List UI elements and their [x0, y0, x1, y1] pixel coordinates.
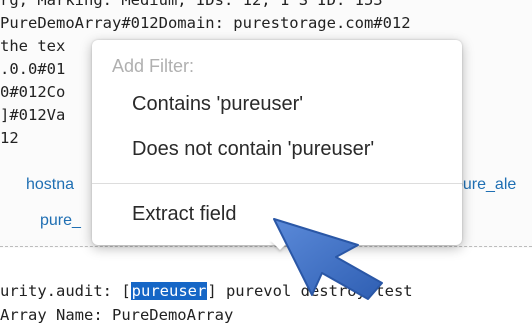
- field-hostname[interactable]: hostna: [26, 176, 74, 194]
- log-viewer: rg; Marking: Medium; IDs: 12, 1 S ID: 15…: [0, 0, 532, 331]
- log-line: PureDemoArray#012Domain: purestorage.com…: [0, 14, 411, 32]
- selected-text-pureuser[interactable]: pureuser: [130, 282, 208, 300]
- field-pure[interactable]: pure_: [40, 212, 81, 230]
- log-text: urity.audit: [: [0, 282, 131, 300]
- field-pure-alert[interactable]: pure_ale: [454, 176, 516, 194]
- pointer-arrow-icon: [273, 218, 383, 300]
- log-line: 12: [0, 129, 19, 147]
- add-filter-header: Add Filter:: [112, 56, 195, 76]
- menu-item-extract-field[interactable]: Extract field: [132, 203, 236, 226]
- log-line: rg; Marking: Medium; IDs: 12, 1 S ID: 15…: [0, 0, 383, 9]
- menu-item-contains[interactable]: Contains 'pureuser': [132, 93, 303, 116]
- log-line: Array Name: PureDemoArray: [0, 306, 234, 324]
- menu-item-does-not-contain[interactable]: Does not contain 'pureuser': [132, 138, 374, 161]
- menu-separator: [92, 183, 462, 184]
